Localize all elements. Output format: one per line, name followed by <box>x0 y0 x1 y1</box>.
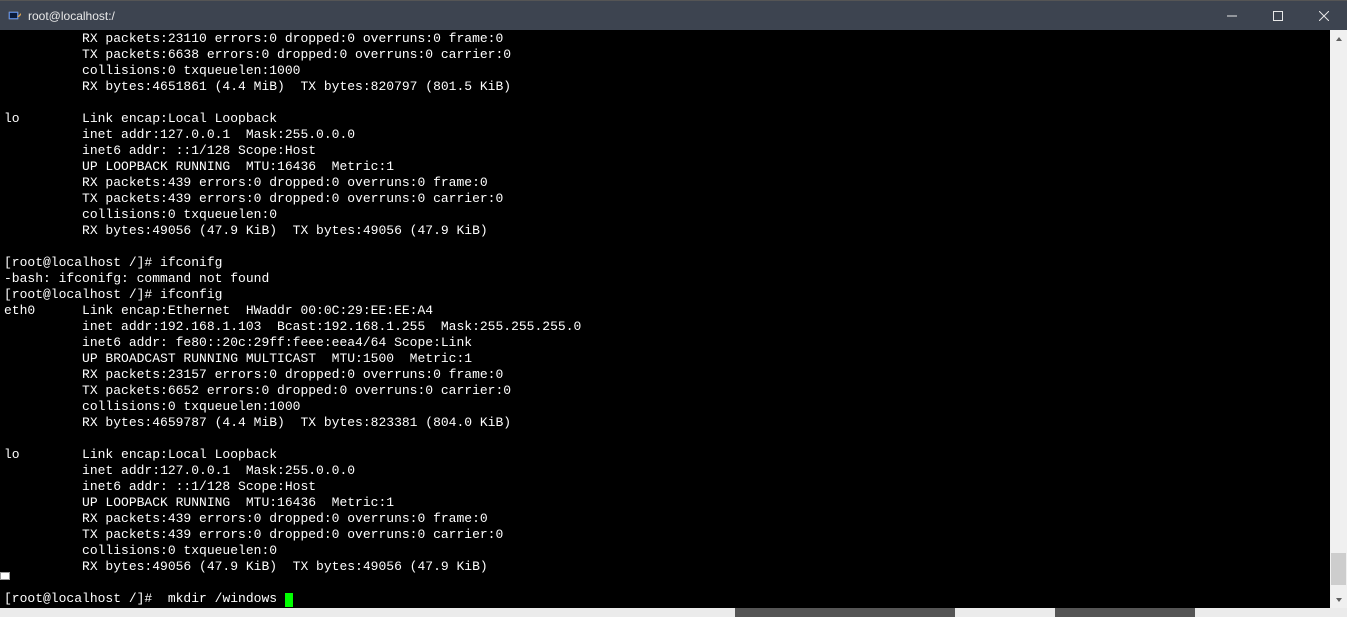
terminal-line: inet addr:192.168.1.103 Bcast:192.168.1.… <box>4 319 1326 335</box>
terminal-line: [root@localhost /]# ifconfig <box>4 287 1326 303</box>
terminal-line <box>4 431 1326 447</box>
terminal-line: collisions:0 txqueuelen:0 <box>4 543 1326 559</box>
terminal-line: RX bytes:4651861 (4.4 MiB) TX bytes:8207… <box>4 79 1326 95</box>
terminal-line: RX bytes:49056 (47.9 KiB) TX bytes:49056… <box>4 559 1326 575</box>
terminal-line: RX packets:23110 errors:0 dropped:0 over… <box>4 31 1326 47</box>
prompt: [root@localhost /]# <box>4 591 160 606</box>
terminal-window: root@localhost:/ RX packets:23110 errors… <box>0 0 1347 608</box>
terminal-line: collisions:0 txqueuelen:0 <box>4 207 1326 223</box>
terminal-line: RX packets:23157 errors:0 dropped:0 over… <box>4 367 1326 383</box>
terminal-line: collisions:0 txqueuelen:1000 <box>4 63 1326 79</box>
current-command: mkdir /windows <box>160 591 285 606</box>
terminal-line: lo Link encap:Local Loopback <box>4 111 1326 127</box>
terminal-line <box>4 239 1326 255</box>
cursor <box>285 593 293 607</box>
terminal-line <box>4 575 1326 591</box>
maximize-button[interactable] <box>1255 1 1301 30</box>
scroll-track[interactable] <box>1330 47 1347 591</box>
terminal-line: lo Link encap:Local Loopback <box>4 447 1326 463</box>
minimize-button[interactable] <box>1209 1 1255 30</box>
putty-icon <box>8 9 22 23</box>
terminal-line: inet6 addr: fe80::20c:29ff:feee:eea4/64 … <box>4 335 1326 351</box>
terminal-line: UP BROADCAST RUNNING MULTICAST MTU:1500 … <box>4 351 1326 367</box>
terminal-line: inet6 addr: ::1/128 Scope:Host <box>4 143 1326 159</box>
window-title: root@localhost:/ <box>28 9 1209 23</box>
terminal-line: inet addr:127.0.0.1 Mask:255.0.0.0 <box>4 127 1326 143</box>
window-controls <box>1209 1 1347 30</box>
scroll-up-button[interactable] <box>1330 30 1347 47</box>
terminal-line: inet6 addr: ::1/128 Scope:Host <box>4 479 1326 495</box>
terminal-line: collisions:0 txqueuelen:1000 <box>4 399 1326 415</box>
terminal-line: RX bytes:49056 (47.9 KiB) TX bytes:49056… <box>4 223 1326 239</box>
terminal-line: TX packets:6652 errors:0 dropped:0 overr… <box>4 383 1326 399</box>
terminal-line: TX packets:439 errors:0 dropped:0 overru… <box>4 527 1326 543</box>
scroll-down-button[interactable] <box>1330 591 1347 608</box>
terminal-output[interactable]: RX packets:23110 errors:0 dropped:0 over… <box>0 30 1330 608</box>
scroll-thumb[interactable] <box>1331 553 1346 585</box>
terminal-line: UP LOOPBACK RUNNING MTU:16436 Metric:1 <box>4 159 1326 175</box>
close-button[interactable] <box>1301 1 1347 30</box>
desktop-strip <box>0 608 1347 617</box>
terminal-line: RX packets:439 errors:0 dropped:0 overru… <box>4 175 1326 191</box>
terminal-line: TX packets:6638 errors:0 dropped:0 overr… <box>4 47 1326 63</box>
terminal-line: UP LOOPBACK RUNNING MTU:16436 Metric:1 <box>4 495 1326 511</box>
vertical-scrollbar[interactable] <box>1330 30 1347 608</box>
terminal-line <box>4 95 1326 111</box>
terminal-line: eth0 Link encap:Ethernet HWaddr 00:0C:29… <box>4 303 1326 319</box>
titlebar[interactable]: root@localhost:/ <box>0 1 1347 30</box>
terminal-line: inet addr:127.0.0.1 Mask:255.0.0.0 <box>4 463 1326 479</box>
terminal-line: RX packets:439 errors:0 dropped:0 overru… <box>4 511 1326 527</box>
terminal-area: RX packets:23110 errors:0 dropped:0 over… <box>0 30 1347 608</box>
terminal-line: -bash: ifconifg: command not found <box>4 271 1326 287</box>
terminal-line: RX bytes:4659787 (4.4 MiB) TX bytes:8233… <box>4 415 1326 431</box>
terminal-line: TX packets:439 errors:0 dropped:0 overru… <box>4 191 1326 207</box>
terminal-prompt-line[interactable]: [root@localhost /]# mkdir /windows <box>4 591 1326 607</box>
terminal-line: [root@localhost /]# ifconifg <box>4 255 1326 271</box>
background-fragment <box>0 572 10 580</box>
